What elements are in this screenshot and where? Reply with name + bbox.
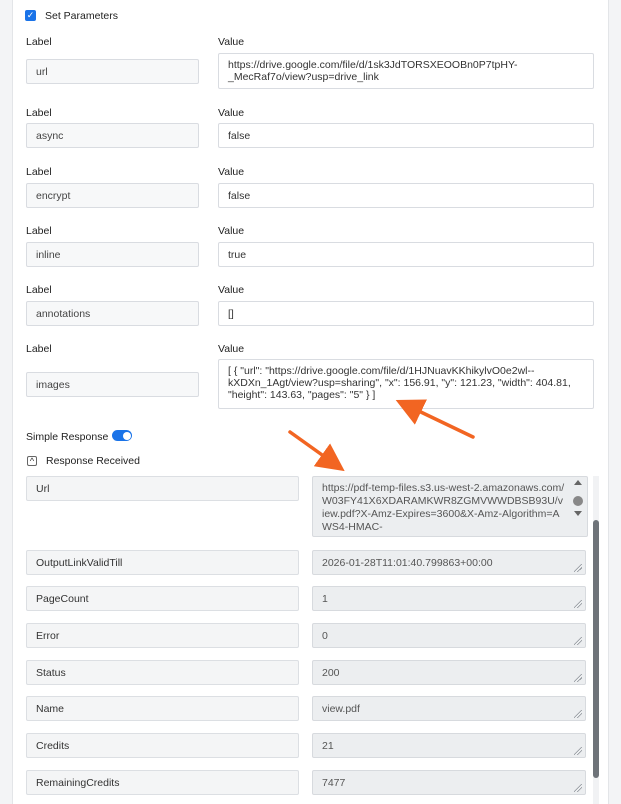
arrow-annotation-icon [288,399,475,472]
arrow-to-images-value [395,399,475,439]
arrow-to-url-response [288,430,345,472]
